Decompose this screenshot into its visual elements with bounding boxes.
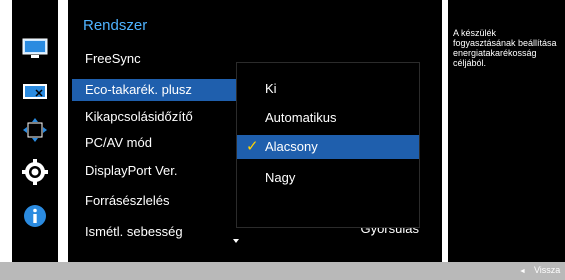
info-panel: A készülék fogyasztásának beállítása ene… [448,0,565,262]
menu-item-off-timer[interactable]: Kikapcsolásidőzítő [72,106,236,128]
info-description: A készülék fogyasztásának beállítása ene… [453,28,557,68]
eco-saving-submenu: Ki Automatikus ✓ Alacsony Nagy [236,62,420,228]
menu-item-key-repeat-time[interactable]: Ismétl. sebesség [72,221,236,243]
menu-item-freesync[interactable]: FreeSync [72,48,236,70]
size-position-icon[interactable] [22,117,48,143]
bottom-bar: ◄ Vissza [0,262,565,280]
color-icon[interactable] [22,79,48,105]
option-automatic[interactable]: Automatikus [237,106,419,130]
menu-item-displayport-ver[interactable]: DisplayPort Ver. [72,160,236,182]
scroll-down-icon[interactable] [233,239,239,243]
option-label: Ki [265,81,277,96]
option-label: Alacsony [265,139,318,154]
menu-item-label: Forrásészlelés [85,193,170,208]
checkmark-icon: ✓ [246,138,259,155]
menu-item-label: FreeSync [85,51,141,66]
menu-title: Rendszer [83,17,148,34]
menu-item-label: Ismétl. sebesség [85,224,183,239]
menu-item-pc-av-mode[interactable]: PC/AV mód [72,132,236,154]
menu-item-source-detection[interactable]: Forrásészlelés [72,190,236,212]
menu-item-label: DisplayPort Ver. [85,163,178,178]
back-arrow-icon: ◄ [519,268,526,275]
menu-item-label: PC/AV mód [85,135,152,150]
settings-gear-icon[interactable] [22,159,48,185]
icon-sidebar [12,0,58,262]
option-off[interactable]: Ki [237,77,419,101]
option-high[interactable]: Nagy [237,166,419,190]
menu-item-label: Eco-takarék. plusz [85,82,192,97]
menu-item-eco-saving-plus[interactable]: Eco-takarék. plusz [72,79,240,101]
back-label: Vissza [533,265,561,275]
menu-panel: Rendszer FreeSync Eco-takarék. plusz Kik… [68,0,442,262]
menu-item-label: Kikapcsolásidőzítő [85,109,193,124]
option-low[interactable]: ✓ Alacsony [237,135,419,159]
option-label: Nagy [265,170,296,185]
option-label: Automatikus [265,110,337,125]
picture-icon[interactable] [22,36,48,62]
info-icon[interactable] [22,203,48,229]
osd-window: Rendszer FreeSync Eco-takarék. plusz Kik… [0,0,565,280]
back-button[interactable]: ◄ Vissza [519,265,560,275]
